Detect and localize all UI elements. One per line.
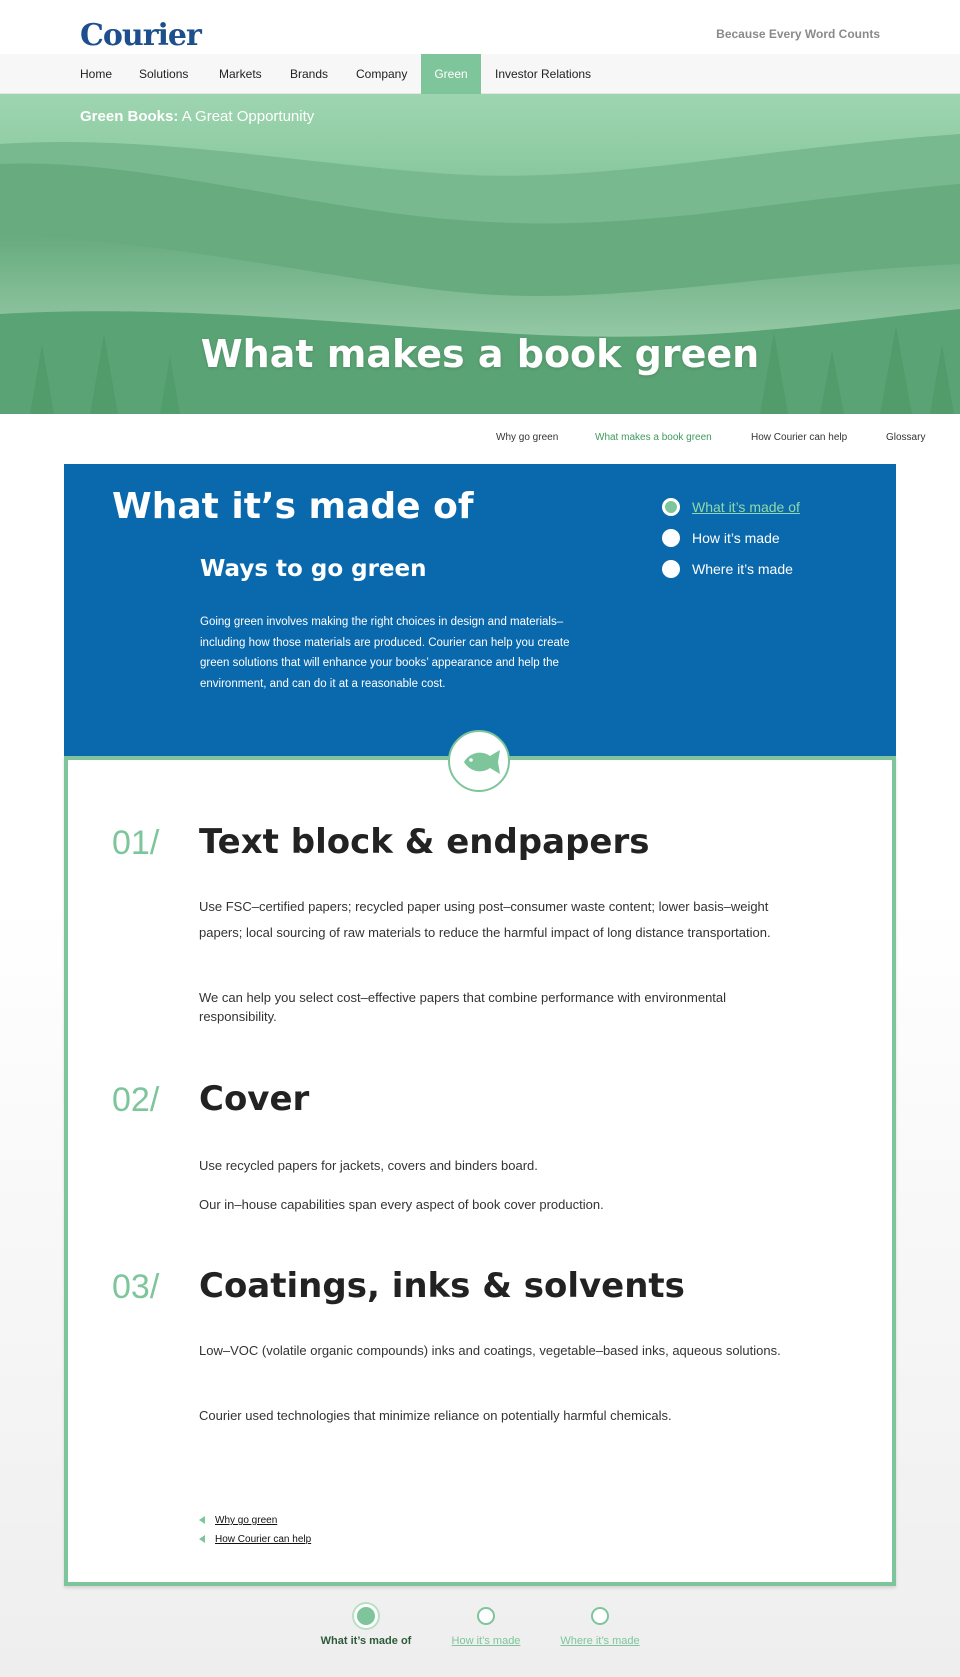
pager-label: How it’s made [451,1635,521,1647]
section-subnav: Why go green What makes a book green How… [0,424,960,454]
related-link-how-courier-can-help[interactable]: How Courier can help [199,1534,311,1545]
panel-subtitle: Ways to go green [200,556,427,582]
pager-what-its-made-of[interactable]: What it’s made of [318,1607,414,1647]
fish-icon [464,750,500,774]
subnav-how-courier-can-help[interactable]: How Courier can help [751,432,847,443]
hero-banner: Green Books: A Great Opportunity What ma… [0,94,960,414]
radio-dot-icon [662,498,680,516]
top-bar: Courier Because Every Word Counts [0,0,960,54]
pager-label: Where it’s made [560,1635,640,1647]
nav-item-investor-relations[interactable]: Investor Relations [481,54,605,94]
nav-item-solutions[interactable]: Solutions [125,54,202,94]
nav-item-green[interactable]: Green [421,54,481,94]
section-title: Text block & endpapers [199,822,650,862]
section-number: 01/ [112,824,160,862]
subnav-what-makes-a-book-green[interactable]: What makes a book green [595,432,712,443]
section-paragraph: Low–VOC (volatile organic compounds) ink… [199,1343,781,1358]
pager-where-its-made[interactable]: Where it’s made [558,1607,642,1647]
section-paragraph: Use FSC–certified papers; recycled paper… [199,899,771,940]
section-paragraph: Use recycled papers for jackets, covers … [199,1158,538,1173]
hero-eyebrow: Green Books: A Great Opportunity [80,108,315,125]
pager-dot-icon [477,1607,495,1625]
related-link-label: Why go green [215,1515,278,1526]
radio-dot-icon [662,560,680,578]
pager-dot-icon [357,1607,375,1625]
section-number: 03/ [112,1268,160,1306]
section-paragraph: Our in–house capabilities span every asp… [199,1197,604,1212]
toc-label: What it’s made of [692,499,800,515]
panel-text: Going green involves making the right ch… [200,616,570,690]
triangle-left-icon [199,1535,205,1543]
pager-dot-icon [591,1607,609,1625]
section-paragraph: We can help you select cost–effective pa… [199,990,727,1024]
subnav-why-go-green[interactable]: Why go green [496,432,558,443]
nav-item-markets[interactable]: Markets [205,54,276,94]
section-paragraph: Courier used technologies that minimize … [199,1408,672,1423]
radio-dot-icon [662,529,680,547]
section-title: Cover [199,1079,310,1119]
hero-title: What makes a book green [200,332,760,376]
triangle-left-icon [199,1516,205,1524]
panel-title: What it’s made of [112,486,474,527]
related-link-label: How Courier can help [215,1534,312,1545]
pager-how-its-made[interactable]: How it’s made [444,1607,528,1647]
related-link-why-go-green[interactable]: Why go green [199,1515,277,1526]
courier-logo[interactable]: Courier [80,18,202,53]
toc-label: How it’s made [692,530,780,546]
tagline: Because Every Word Counts [716,27,880,41]
intro-panel: What it’s made of Ways to go green Going… [64,464,896,758]
nav-item-home[interactable]: Home [66,54,126,94]
subnav-glossary[interactable]: Glossary [886,432,925,443]
main-nav: Home Solutions Markets Brands Company Gr… [0,54,960,94]
nav-item-company[interactable]: Company [342,54,421,94]
section-title: Coatings, inks & solvents [199,1266,685,1306]
pager-label: What it’s made of [320,1635,412,1647]
nav-item-brands[interactable]: Brands [276,54,342,94]
fish-badge [448,730,510,792]
section-number: 02/ [112,1081,160,1119]
toc-label: Where it’s made [692,561,793,577]
